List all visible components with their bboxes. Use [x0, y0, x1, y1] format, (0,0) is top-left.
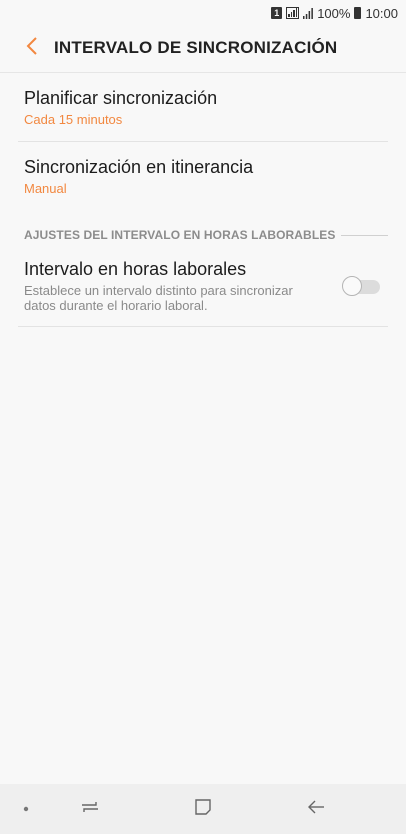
divider	[18, 326, 388, 327]
work-hours-title: Intervalo en horas laborales	[24, 259, 247, 279]
back-arrow-icon	[307, 799, 325, 820]
schedule-sync-item[interactable]: Planificar sincronización Cada 15 minuto…	[0, 73, 406, 141]
dot-icon[interactable]	[18, 801, 34, 817]
section-header-line	[341, 234, 388, 236]
app-bar: INTERVALO DE SINCRONIZACIÓN	[0, 26, 406, 70]
status-bar: 1 100% 10:00	[0, 0, 406, 26]
screen: 1 100% 10:00 INTERVALO DE SINCRONIZACIÓN	[0, 0, 406, 834]
sim-icon: 1	[271, 7, 283, 19]
roaming-sync-item[interactable]: Sincronización en itinerancia Manual	[0, 142, 406, 210]
battery-percent: 100%	[317, 5, 351, 21]
work-hours-description: Establece un intervalo distinto para sin…	[24, 283, 293, 313]
recents-button[interactable]	[72, 796, 108, 822]
section-header-label: AJUSTES DEL INTERVALO EN HORAS LABORABLE…	[24, 228, 336, 242]
roaming-sync-title: Sincronización en itinerancia	[24, 157, 254, 177]
settings-list: Planificar sincronización Cada 15 minuto…	[0, 73, 406, 327]
work-hours-item[interactable]: Intervalo en horas laborales Establece u…	[0, 250, 406, 326]
signal-box-icon	[286, 7, 300, 19]
navigation-bar	[0, 784, 406, 834]
toggle-knob	[342, 275, 362, 296]
chevron-left-icon	[26, 36, 38, 60]
work-hours-toggle[interactable]	[342, 275, 380, 296]
work-hours-text: Intervalo en horas laborales Establece u…	[24, 258, 324, 313]
home-button[interactable]	[185, 796, 221, 822]
home-icon	[194, 798, 212, 821]
schedule-sync-title: Planificar sincronización	[24, 88, 218, 108]
recents-icon	[80, 799, 100, 820]
schedule-sync-value: Cada 15 minutos	[24, 112, 123, 127]
section-header: AJUSTES DEL INTERVALO EN HORAS LABORABLE…	[0, 210, 406, 250]
clock: 10:00	[365, 5, 398, 21]
back-button[interactable]	[12, 26, 52, 70]
signal-bars-icon	[303, 7, 314, 19]
back-nav-button[interactable]	[298, 796, 334, 822]
page-title: INTERVALO DE SINCRONIZACIÓN	[54, 38, 338, 57]
battery-icon	[354, 7, 362, 19]
roaming-sync-value: Manual	[24, 181, 67, 196]
